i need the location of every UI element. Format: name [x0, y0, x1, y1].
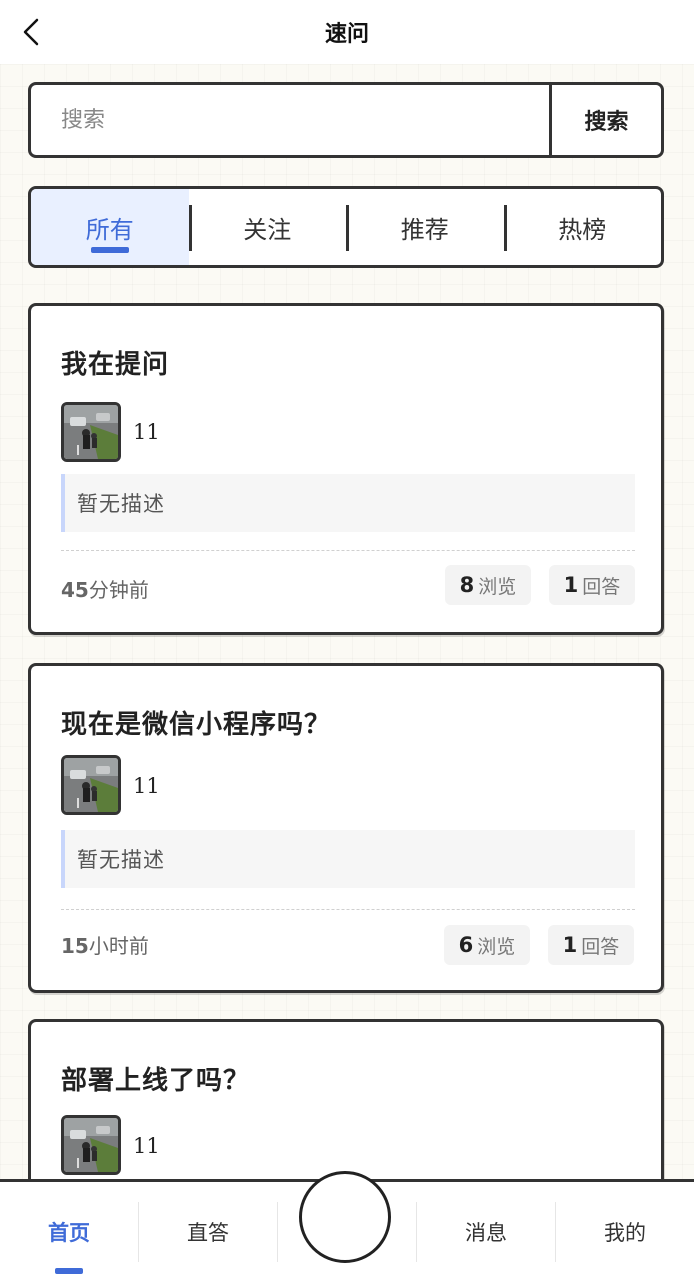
card-divider — [61, 909, 635, 910]
view-label: 浏览 — [477, 935, 516, 958]
answer-count-badge: 1 回答 — [548, 925, 634, 965]
chevron-left-icon — [23, 18, 39, 46]
answer-label: 回答 — [582, 575, 621, 598]
back-button[interactable] — [14, 14, 50, 50]
view-count-badge: 8 浏览 — [445, 565, 531, 605]
search-bar: 搜索 — [28, 82, 664, 158]
view-count: 6 — [458, 933, 474, 957]
page-title: 速问 — [324, 22, 369, 47]
time-value: 45 — [61, 578, 89, 602]
question-card[interactable]: 我在提问 11 暂无描述 45分钟前 8 浏览 1 回答 — [28, 303, 664, 635]
answer-label: 回答 — [581, 935, 620, 958]
search-input[interactable] — [31, 85, 549, 155]
tab-hot-list[interactable]: 热榜 — [503, 189, 662, 265]
time-value: 15 — [61, 934, 89, 958]
nav-mine[interactable]: 我的 — [556, 1182, 694, 1282]
tab-following[interactable]: 关注 — [188, 189, 347, 265]
avatar-street-photo-icon — [64, 1118, 118, 1172]
question-title: 现在是微信小程序吗？ — [61, 710, 332, 740]
avatar[interactable] — [61, 755, 121, 815]
answer-count-badge: 1 回答 — [549, 565, 635, 605]
tab-recommended[interactable]: 推荐 — [346, 189, 504, 265]
avatar-street-photo-icon — [64, 405, 118, 459]
avatar[interactable] — [61, 1115, 121, 1175]
question-description: 暂无描述 — [61, 830, 635, 888]
question-title: 部署上线了吗？ — [61, 1066, 251, 1096]
avatar-street-photo-icon — [64, 758, 118, 812]
answer-count: 1 — [562, 933, 578, 957]
nav-direct-answer[interactable]: 直答 — [139, 1182, 277, 1282]
tab-all[interactable]: 所有 — [31, 189, 189, 265]
question-title: 我在提问 — [61, 350, 170, 380]
view-label: 浏览 — [478, 575, 517, 598]
question-card[interactable]: 现在是微信小程序吗？ 11 暂无描述 15小时前 6 浏览 1 回答 — [28, 663, 664, 993]
answer-count: 1 — [563, 573, 579, 597]
time-unit: 小时前 — [88, 934, 149, 958]
avatar[interactable] — [61, 402, 121, 462]
username[interactable]: 11 — [133, 1134, 160, 1158]
question-description: 暂无描述 — [61, 474, 635, 532]
nav-messages[interactable]: 消息 — [417, 1182, 555, 1282]
post-time: 45分钟前 — [61, 574, 149, 603]
time-unit: 分钟前 — [88, 578, 149, 602]
center-action-button[interactable] — [299, 1171, 391, 1263]
search-button[interactable]: 搜索 — [549, 85, 661, 155]
card-divider — [61, 550, 635, 551]
username[interactable]: 11 — [133, 774, 160, 798]
username[interactable]: 11 — [133, 420, 160, 444]
view-count-badge: 6 浏览 — [444, 925, 530, 965]
view-count: 8 — [459, 573, 475, 597]
nav-home[interactable]: 首页 — [0, 1182, 138, 1282]
top-bar: 速问 — [0, 0, 694, 64]
post-time: 15小时前 — [61, 930, 149, 959]
filter-tabs: 所有 关注 推荐 热榜 — [28, 186, 664, 268]
